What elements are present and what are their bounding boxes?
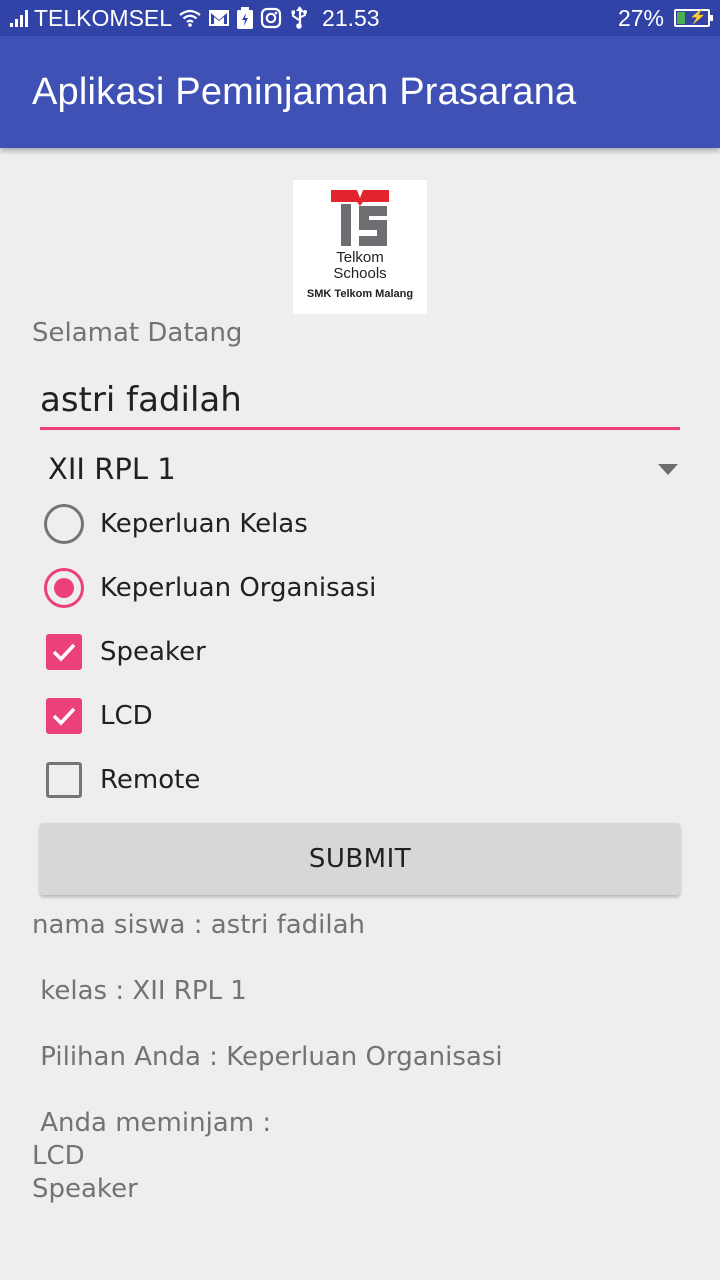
checkbox-label: Remote <box>100 765 201 795</box>
radio-checked-icon <box>44 568 84 608</box>
battery-icon: ⚡ <box>674 8 713 27</box>
result-nama: nama siswa : astri fadilah <box>32 910 366 940</box>
submit-button[interactable]: SUBMIT <box>40 823 680 895</box>
checkbox-label: Speaker <box>100 637 206 667</box>
welcome-label: Selamat Datang <box>32 318 243 348</box>
checkbox-checked-icon <box>46 698 82 734</box>
battery-percent: 27% <box>617 4 664 31</box>
status-bar: TELKOMSEL 21.53 27% ⚡ <box>0 0 720 36</box>
app-toolbar: Aplikasi Peminjaman Prasarana <box>0 36 720 148</box>
battery-fill <box>677 12 686 24</box>
dropdown-arrow-icon <box>658 463 678 475</box>
ts-logo-mark <box>331 190 389 246</box>
usb-icon <box>288 6 310 30</box>
result-item-lcd: LCD <box>32 1141 85 1171</box>
checkbox-checked-icon <box>46 634 82 670</box>
checkbox-unchecked-icon <box>46 762 82 798</box>
carrier-name: TELKOMSEL <box>34 4 173 31</box>
class-spinner-value: XII RPL 1 <box>48 452 176 486</box>
radio-label: Keperluan Kelas <box>100 509 308 539</box>
result-meminjam: Anda meminjam : <box>32 1108 272 1138</box>
logo-text-schools: Schools <box>333 265 387 282</box>
result-pilihan: Pilihan Anda : Keperluan Organisasi <box>32 1042 503 1072</box>
battery-saver-icon <box>236 7 254 29</box>
result-kelas: kelas : XII RPL 1 <box>32 976 247 1006</box>
checkbox-lcd[interactable]: LCD <box>40 692 153 740</box>
result-item-speaker: Speaker <box>32 1174 138 1204</box>
checkbox-speaker[interactable]: Speaker <box>40 628 206 676</box>
class-spinner[interactable]: XII RPL 1 <box>40 444 684 494</box>
instagram-icon <box>260 7 282 29</box>
radio-unchecked-icon <box>44 504 84 544</box>
logo-text-school-name: SMK Telkom Malang <box>306 288 414 300</box>
wifi-icon <box>178 8 202 28</box>
logo-text-telkom: Telkom <box>336 249 384 266</box>
telkom-schools-logo: Telkom Schools SMK Telkom Malang <box>293 180 427 314</box>
name-input[interactable] <box>40 372 680 430</box>
radio-keperluan-kelas[interactable]: Keperluan Kelas <box>40 500 308 548</box>
gmail-icon <box>208 9 230 27</box>
checkbox-label: LCD <box>100 701 153 731</box>
status-time: 21.53 <box>322 4 380 31</box>
radio-keperluan-organisasi[interactable]: Keperluan Organisasi <box>40 564 376 612</box>
checkbox-remote[interactable]: Remote <box>40 756 200 804</box>
radio-label: Keperluan Organisasi <box>100 573 377 603</box>
app-title: Aplikasi Peminjaman Prasarana <box>32 70 577 113</box>
signal-icon <box>10 9 28 27</box>
